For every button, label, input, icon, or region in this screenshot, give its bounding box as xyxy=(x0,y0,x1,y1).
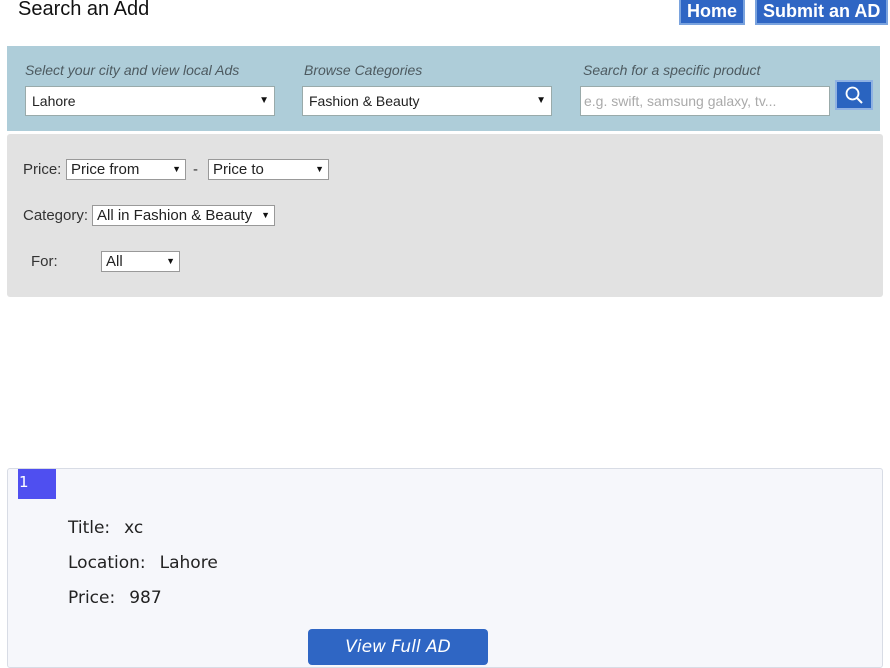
for-select[interactable]: All ▼ xyxy=(101,251,180,272)
price-from-select[interactable]: Price from ▼ xyxy=(66,159,186,180)
ad-title-value: xc xyxy=(124,518,144,538)
ad-price-key: Price: xyxy=(68,588,116,608)
price-to-value: Price to xyxy=(213,161,264,178)
price-label: Price: xyxy=(23,161,62,178)
search-input[interactable]: e.g. swift, samsung galaxy, tv... xyxy=(580,86,830,116)
ad-price-row: Price: 987 xyxy=(68,588,162,608)
search-label: Search for a specific product xyxy=(583,62,761,78)
ad-location-key: Location: xyxy=(68,553,146,573)
dropdown-caret-icon: ▼ xyxy=(315,164,324,174)
page-title: Search an Add xyxy=(18,0,150,20)
category-filter-select[interactable]: All in Fashion & Beauty ▼ xyxy=(92,205,275,226)
for-label: For: xyxy=(31,253,58,270)
ad-location-value: Lahore xyxy=(159,553,218,573)
price-to-select[interactable]: Price to ▼ xyxy=(208,159,329,180)
filter-panel: Price: Price from ▼ - Price to ▼ Categor… xyxy=(7,134,883,297)
city-label: Select your city and view local Ads xyxy=(25,62,240,78)
dropdown-caret-icon: ▼ xyxy=(536,95,546,106)
for-select-value: All xyxy=(106,253,123,270)
search-icon xyxy=(845,86,863,104)
dropdown-caret-icon: ▼ xyxy=(259,95,269,106)
category-filter-label: Category: xyxy=(23,207,89,224)
dropdown-caret-icon: ▼ xyxy=(261,210,270,220)
ad-title-key: Title: xyxy=(68,518,111,538)
category-select[interactable]: Fashion & Beauty ▼ xyxy=(302,86,552,116)
city-select[interactable]: Lahore ▼ xyxy=(25,86,275,116)
category-label: Browse Categories xyxy=(304,62,423,78)
dropdown-caret-icon: ▼ xyxy=(172,164,181,174)
search-bar: Select your city and view local Ads Brow… xyxy=(7,46,880,131)
ad-number: 1 xyxy=(18,469,56,499)
category-filter-value: All in Fashion & Beauty xyxy=(97,207,253,224)
ad-card: 1 Title: xc Location: Lahore Price: 987 Vie… xyxy=(7,468,883,668)
dropdown-caret-icon: ▼ xyxy=(166,256,175,266)
view-full-ad-button[interactable]: View Full AD xyxy=(308,629,488,665)
ad-title-row: Title: xc xyxy=(68,518,143,538)
ad-location-row: Location: Lahore xyxy=(68,553,218,573)
price-separator: - xyxy=(193,161,198,178)
category-select-value: Fashion & Beauty xyxy=(309,93,420,109)
submit-ad-button[interactable]: Submit an AD xyxy=(755,0,889,25)
ad-price-value: 987 xyxy=(129,588,162,608)
search-button[interactable] xyxy=(835,80,873,110)
home-button[interactable]: Home xyxy=(679,0,746,25)
price-from-value: Price from xyxy=(71,161,140,178)
city-select-value: Lahore xyxy=(32,93,76,109)
